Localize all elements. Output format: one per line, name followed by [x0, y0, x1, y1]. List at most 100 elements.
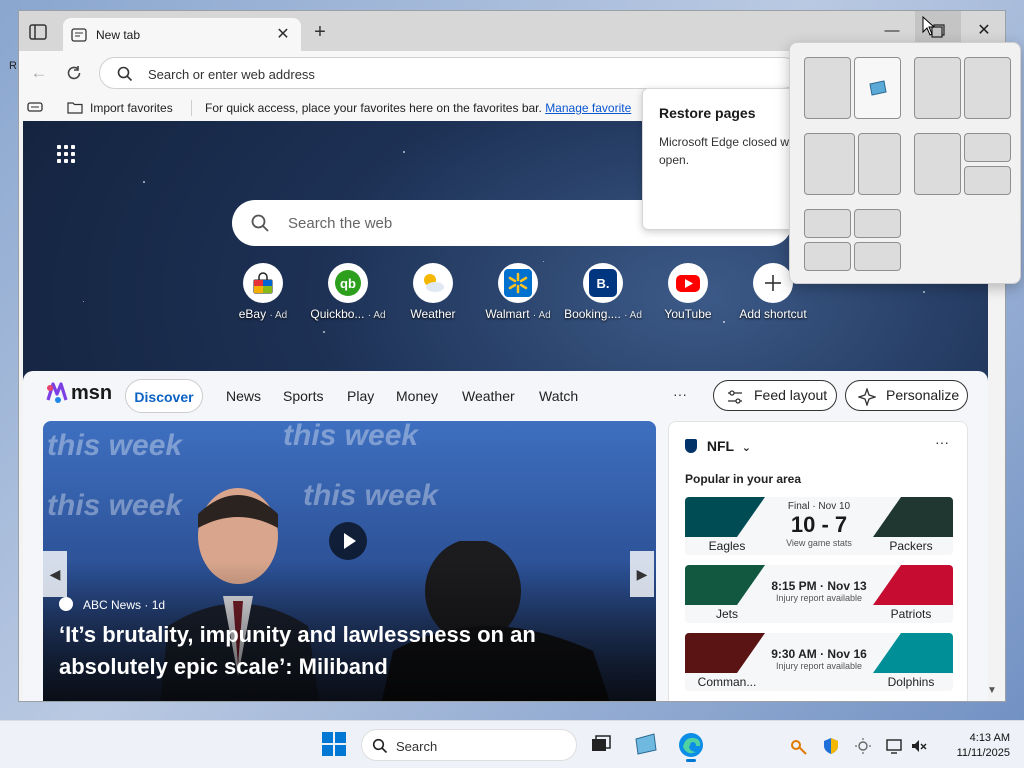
- tab-news[interactable]: News: [226, 379, 261, 413]
- search-icon: [372, 738, 388, 754]
- svg-text:qb: qb: [340, 276, 356, 291]
- shortcut-label: Add shortcut: [739, 307, 807, 321]
- snap-zone-top-right[interactable]: [964, 133, 1011, 162]
- msn-wordmark: msn: [71, 382, 113, 404]
- feed-layout-label: Feed layout: [754, 387, 828, 403]
- tab-money[interactable]: Money: [396, 379, 438, 413]
- svg-text:B.: B.: [597, 276, 610, 291]
- snap-zone-top-left[interactable]: [804, 209, 851, 238]
- snap-zone-wide-left[interactable]: [804, 133, 855, 195]
- ad-badge: · Ad: [532, 310, 551, 321]
- brightness-icon[interactable]: [854, 737, 872, 755]
- team-away: Packers: [889, 539, 933, 553]
- background-text: this week: [47, 429, 183, 462]
- snap-zone-half-right[interactable]: [854, 57, 901, 119]
- back-button[interactable]: ←: [27, 61, 51, 85]
- eagles-logo-icon: [685, 497, 765, 537]
- background-text: this week: [283, 421, 419, 452]
- play-video-button[interactable]: [329, 522, 367, 560]
- game-card[interactable]: Jets 8:15 PM · Nov 13 Injury report avai…: [685, 565, 953, 623]
- start-button[interactable]: [321, 731, 349, 759]
- snap-zone-half-left[interactable]: [914, 57, 961, 119]
- system-clock[interactable]: 4:13 AM 11/11/2025: [938, 731, 1010, 761]
- key-icon[interactable]: [790, 737, 808, 755]
- task-view-icon[interactable]: [588, 731, 616, 759]
- new-tab-page-icon: [71, 27, 87, 43]
- tab-weather[interactable]: Weather: [462, 379, 515, 413]
- shortcut-weather[interactable]: Weather: [391, 263, 475, 321]
- personalize-label: Personalize: [886, 387, 960, 403]
- game-status: Final · Nov 10: [787, 501, 851, 512]
- desktop-icon-label: R: [9, 60, 17, 72]
- story-headline[interactable]: ‘It’s brutality, impunity and lawlessnes…: [59, 619, 619, 683]
- shortcut-label: Booking....: [564, 307, 621, 321]
- scroll-down-arrow-icon[interactable]: ▼: [987, 685, 997, 696]
- favorites-bar-message: For quick access, place your favorites h…: [205, 101, 631, 115]
- snap-zone-half-left[interactable]: [804, 57, 851, 119]
- msn-feed: msn Discover News Sports Play Money Weat…: [23, 371, 988, 701]
- security-shield-icon[interactable]: [822, 737, 840, 755]
- team-home: Comman...: [697, 675, 757, 689]
- previous-story-button[interactable]: ◀: [43, 551, 67, 597]
- network-icon[interactable]: [886, 737, 904, 755]
- new-tab-button[interactable]: +: [309, 22, 331, 44]
- snap-zone-half-right[interactable]: [964, 57, 1011, 119]
- nfl-title: NFL: [706, 438, 734, 454]
- weather-icon: [413, 263, 453, 303]
- app-taskbar-icon[interactable]: [633, 731, 661, 759]
- volume-muted-icon[interactable]: [910, 737, 928, 755]
- more-options-icon[interactable]: ···: [935, 434, 949, 450]
- tab-discover[interactable]: Discover: [125, 379, 203, 413]
- shortcut-label: YouTube: [664, 307, 712, 321]
- ebay-icon: [243, 263, 283, 303]
- tab-play[interactable]: Play: [347, 379, 374, 413]
- ad-badge: · Ad: [367, 310, 386, 321]
- divider: [191, 100, 192, 116]
- game-card[interactable]: Eagles Final · Nov 10 10 - 7 View game s…: [685, 497, 953, 555]
- feed-layout-button[interactable]: Feed layout: [713, 380, 837, 411]
- manage-favorites-link[interactable]: Manage favorite: [545, 101, 631, 115]
- taskbar-search-box[interactable]: Search: [361, 729, 577, 761]
- shortcut-walmart[interactable]: Walmart · Ad: [476, 263, 560, 321]
- snap-zone-narrow-right[interactable]: [858, 133, 901, 195]
- nfl-header[interactable]: NFL ⌄: [685, 438, 751, 454]
- ad-badge: · Ad: [624, 310, 642, 321]
- shortcut-booking[interactable]: B. Booking.... · Ad: [561, 263, 645, 321]
- shortcut-ebay[interactable]: eBay · Ad: [221, 263, 305, 321]
- team-home: Jets: [715, 607, 738, 621]
- snap-zone-bottom-left[interactable]: [804, 242, 851, 271]
- tab-watch[interactable]: Watch: [539, 379, 578, 413]
- snap-zone-left[interactable]: [914, 133, 961, 195]
- shortcut-label: Quickbo...: [310, 307, 365, 321]
- tab-sports[interactable]: Sports: [283, 379, 323, 413]
- shortcut-label: Weather: [410, 307, 456, 321]
- shortcut-youtube[interactable]: YouTube: [646, 263, 730, 321]
- next-story-button[interactable]: ▶: [630, 551, 654, 597]
- restore-body: Microsoft Edge closed w open.: [659, 135, 790, 167]
- shortcut-quickbooks[interactable]: qb Quickbo... · Ad: [306, 263, 390, 321]
- personalize-button[interactable]: Personalize: [845, 380, 968, 411]
- tab-new-tab[interactable]: New tab ✕: [63, 18, 301, 52]
- close-tab-icon[interactable]: ✕: [273, 25, 293, 45]
- app-launcher-icon[interactable]: [57, 145, 77, 165]
- nfl-logo-icon: [685, 439, 697, 453]
- quickbooks-icon: qb: [328, 263, 368, 303]
- snap-zone-bottom-right[interactable]: [854, 242, 901, 271]
- snap-zone-top-right[interactable]: [854, 209, 901, 238]
- edge-taskbar-icon[interactable]: [677, 731, 705, 762]
- tab-actions-icon[interactable]: [27, 21, 49, 43]
- restore-title: Restore pages: [659, 105, 756, 121]
- source-name: ABC News: [83, 598, 142, 612]
- sliders-icon: [726, 387, 744, 405]
- game-card[interactable]: Comman... 9:30 AM · Nov 16 Injury report…: [685, 633, 953, 691]
- hero-story-card[interactable]: this week this week this week this week: [43, 421, 656, 701]
- windows-logo-icon: [322, 732, 346, 756]
- refresh-button[interactable]: [62, 61, 86, 85]
- address-bar[interactable]: Search or enter web address: [99, 57, 799, 89]
- snap-zone-bottom-right[interactable]: [964, 166, 1011, 195]
- favorites-bar-text: For quick access, place your favorites h…: [205, 101, 542, 115]
- mouse-cursor-icon: [922, 16, 936, 36]
- jets-logo-icon: [685, 565, 765, 605]
- patriots-logo-icon: [873, 565, 953, 605]
- more-menu-icon[interactable]: ···: [673, 386, 687, 402]
